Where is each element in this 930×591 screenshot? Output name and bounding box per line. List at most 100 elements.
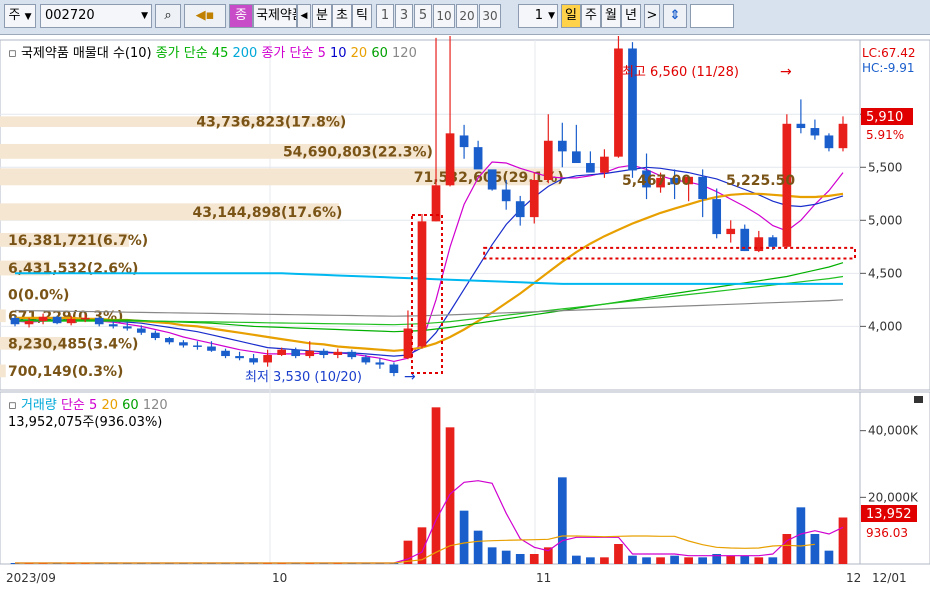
interval-3[interactable]: 3 — [395, 4, 413, 28]
candle-body — [501, 189, 511, 202]
period-month-label: 월 — [605, 8, 617, 23]
symbol-value: 002720 — [45, 8, 95, 23]
speaker-button[interactable]: ◀▪ — [184, 4, 226, 28]
legend-item: 20 — [347, 46, 368, 61]
candle-body — [249, 358, 258, 363]
candle-body — [417, 221, 427, 347]
period-type-select[interactable]: 주 ▼ — [4, 4, 36, 28]
candle-body — [824, 135, 834, 149]
candle-body — [557, 140, 567, 152]
x-label-date-readout: 12/01 — [872, 571, 907, 585]
chevron-down-icon: ▼ — [548, 11, 555, 21]
candle-body — [24, 321, 34, 325]
current-change-label: 5.91% — [866, 128, 904, 142]
volume-bar — [586, 557, 595, 564]
candle-body — [571, 151, 581, 164]
volume-bar — [459, 510, 469, 564]
volume-profile-label: 8,230,485(3.4%) — [8, 336, 138, 352]
panel-menu-icon[interactable] — [914, 396, 923, 403]
candle-body — [347, 351, 357, 358]
lc-label: LC:67.42 — [862, 46, 915, 60]
volume-profile-label: 43,144,898(17.6%) — [192, 205, 342, 221]
price-legend: ▫ 국제약품 매물대 수(10) 종가 단순 45 200 종가 단순 5 10… — [8, 46, 417, 61]
next-button[interactable]: > — [644, 4, 660, 28]
legend-item: 60 — [118, 398, 139, 413]
period-year[interactable]: 년 — [621, 4, 641, 28]
interval-5[interactable]: 5 — [414, 4, 432, 28]
volume-readout: 13,952,075주(936.03%) — [8, 415, 162, 430]
volume-bar — [656, 557, 665, 564]
candle-body — [10, 317, 20, 325]
interval-30[interactable]: 30 — [479, 4, 501, 28]
candle-body — [333, 351, 343, 355]
interval-3-label: 3 — [399, 8, 409, 23]
candle-body — [838, 123, 848, 149]
volume-bar — [529, 554, 539, 564]
chevron-down-icon: ▼ — [141, 11, 148, 21]
candle-body — [150, 332, 160, 339]
volume-bar — [810, 534, 820, 564]
volume-bar — [782, 534, 792, 564]
volume-bar — [670, 555, 679, 564]
candle-body — [600, 156, 609, 173]
tab-second[interactable]: 초 — [332, 4, 352, 28]
interval-1-label: 1 — [380, 8, 390, 23]
candle-body — [52, 316, 62, 324]
volume-bar — [824, 550, 834, 564]
period-week-label: 주 — [585, 8, 597, 23]
volume-profile-label: 6,431,532(2.6%) — [8, 261, 138, 277]
period-month[interactable]: 월 — [601, 4, 621, 28]
triangle-left-icon: ◀ — [300, 11, 308, 21]
blank-input[interactable] — [690, 4, 734, 28]
volume-bar — [614, 544, 623, 564]
price-tick-label: 5,000 — [868, 213, 902, 227]
interval-1[interactable]: 1 — [376, 4, 394, 28]
tab-tick[interactable]: 틱 — [352, 4, 372, 28]
candle-body — [136, 328, 146, 333]
candle-body — [165, 338, 174, 343]
interval-10-label: 10 — [436, 9, 452, 23]
volume-bar — [473, 530, 483, 564]
candle-body — [193, 345, 202, 347]
candle-body — [768, 237, 778, 247]
candle-body — [586, 163, 595, 173]
updown-button[interactable]: ⇕ — [663, 4, 687, 28]
candle-body — [108, 324, 118, 327]
candle-body — [38, 316, 48, 322]
candle-body — [179, 342, 188, 346]
period-week[interactable]: 주 — [581, 4, 601, 28]
candle-body — [473, 147, 483, 170]
count-value: 1 — [534, 8, 543, 23]
interval-30-label: 30 — [482, 9, 498, 23]
tab-tick-label: 틱 — [356, 8, 368, 23]
legend-item: 200 — [228, 46, 257, 61]
period-day-label: 일 — [565, 8, 577, 23]
candle-body — [515, 201, 525, 218]
volume-bar — [571, 555, 581, 564]
legend-item: 국제약품 매물대 수(10) — [21, 46, 152, 61]
tab-minute[interactable]: 분 — [312, 4, 332, 28]
volume-profile-label: 700,149(0.3%) — [8, 364, 123, 380]
candle-body — [235, 356, 244, 359]
stock-type-badge: 종 — [229, 4, 253, 28]
count-select[interactable]: 1 ▼ — [518, 4, 558, 28]
candle-body — [375, 362, 385, 365]
candle-body — [543, 140, 553, 180]
tab-scroll-left[interactable]: ◀ — [297, 4, 311, 28]
current-price-label: 5,910 — [866, 110, 903, 125]
interval-20[interactable]: 20 — [456, 4, 478, 28]
interval-10[interactable]: 10 — [433, 4, 455, 28]
stock-type-badge-label: 종 — [235, 8, 247, 23]
volume-bar — [557, 477, 567, 564]
volume-profile-label: 0(0.0%) — [8, 288, 69, 304]
chevron-right-icon: > — [646, 8, 658, 23]
volume-bar — [487, 547, 497, 564]
volume-bar — [642, 557, 651, 564]
low-marker-arrow: → — [404, 369, 416, 385]
up-down-arrow-icon: ⇕ — [669, 8, 681, 23]
symbol-input[interactable]: 002720 ▼ — [40, 4, 152, 28]
search-button[interactable]: ⌕ — [155, 4, 181, 28]
chevron-down-icon: ▼ — [24, 12, 32, 22]
period-day[interactable]: 일 — [561, 4, 581, 28]
candle-body — [726, 228, 736, 235]
